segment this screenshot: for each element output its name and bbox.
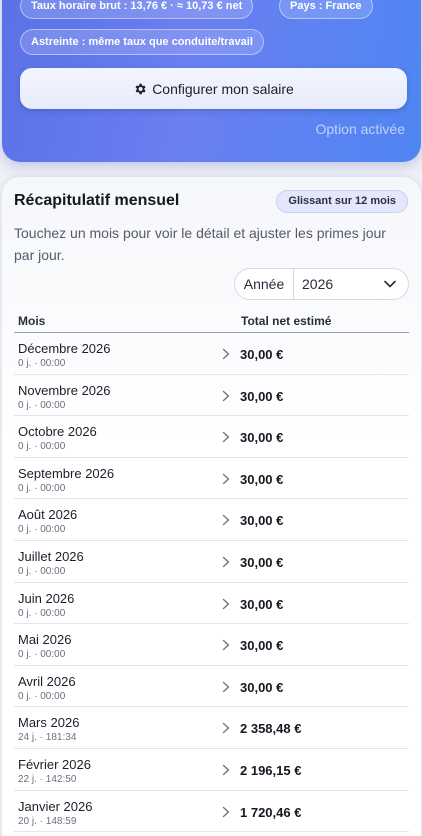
gear-icon xyxy=(133,82,147,96)
column-header-total: Total net estimé xyxy=(241,314,332,328)
row-days-hours: 0 j. · 00:00 xyxy=(18,358,66,369)
chevron-right-icon xyxy=(221,597,231,609)
chevron-right-icon xyxy=(221,472,231,484)
row-month: Avril 2026 xyxy=(18,673,76,689)
monthly-table: Mois Total net estimé Décembre 2026 0 j. … xyxy=(14,310,409,833)
row-month: Août 2026 xyxy=(18,507,78,523)
row-net-total: 30,00 € xyxy=(240,430,284,446)
row-net-total: 30,00 € xyxy=(240,596,284,612)
configure-salary-button[interactable]: Configurer mon salaire xyxy=(20,68,407,109)
chevron-right-icon xyxy=(221,805,231,817)
chevron-right-icon xyxy=(221,513,231,526)
chevron-right-icon xyxy=(221,638,231,651)
row-days-hours: 0 j. · 00:00 xyxy=(18,565,66,577)
row-days-hours: 0 j. · 00:00 xyxy=(18,607,66,619)
row-net-total: 30,00 € xyxy=(240,471,284,487)
rolling-window-badge: Glissant sur 12 mois xyxy=(276,190,408,213)
astreinte-chip: Astreinte : même taux que conduite/trava… xyxy=(20,29,264,55)
table-row[interactable]: Novembre 2026 0 j. · 00:00 30,00 € xyxy=(14,375,409,417)
chevron-right-icon xyxy=(221,721,231,734)
row-days-hours: 24 j. · 181:34 xyxy=(18,732,77,744)
column-header-month: Mois xyxy=(18,314,46,328)
row-month: Décembre 2026 xyxy=(18,341,111,356)
country-chip: Pays : France xyxy=(279,0,373,19)
year-select-value: 2026 xyxy=(302,276,334,292)
table-row[interactable]: Janvier 2026 20 j. · 148:59 1 720,46 € xyxy=(14,791,409,833)
chevron-right-icon xyxy=(221,680,231,692)
row-days-hours: 20 j. · 148:59 xyxy=(18,815,77,827)
row-net-total: 1 720,46 € xyxy=(240,804,302,820)
summary-title: Récapitulatif mensuel xyxy=(14,192,180,209)
chevron-right-icon xyxy=(221,430,231,443)
table-row[interactable]: Juillet 2026 0 j. · 00:00 30,00 € xyxy=(14,541,409,583)
configure-salary-label: Configurer mon salaire xyxy=(152,80,294,97)
table-row[interactable]: Août 2026 0 j. · 00:00 30,00 € xyxy=(14,499,409,541)
table-row[interactable]: Février 2026 22 j. · 142:50 2 196,15 € xyxy=(14,749,409,791)
row-days-hours: 0 j. · 00:00 xyxy=(18,649,66,661)
row-month: Juin 2026 xyxy=(18,590,75,606)
row-month: Juillet 2026 xyxy=(18,548,84,564)
table-row[interactable]: Septembre 2026 0 j. · 00:00 30,00 € xyxy=(14,458,409,500)
row-days-hours: 0 j. · 00:00 xyxy=(18,482,66,494)
row-days-hours: 0 j. · 00:00 xyxy=(18,524,66,536)
row-month: Novembre 2026 xyxy=(18,382,111,398)
row-days-hours: 0 j. · 00:00 xyxy=(18,399,66,411)
chevron-right-icon xyxy=(221,555,231,568)
row-net-total: 30,00 € xyxy=(240,513,284,529)
table-row[interactable]: Avril 2026 0 j. · 00:00 30,00 € xyxy=(14,666,409,708)
table-body: Décembre 2026 0 j. · 00:00 30,00 € Novembre… xyxy=(14,333,409,833)
row-net-total: 30,00 € xyxy=(240,638,284,654)
hourly-rate-chip: Taux horaire brut : 13,76 € · ≈ 10,73 € … xyxy=(20,0,254,19)
row-net-total: 30,00 € xyxy=(240,347,284,362)
row-net-total: 2 196,15 € xyxy=(240,762,302,778)
row-month: Janvier 2026 xyxy=(18,798,93,814)
monthly-summary-card: Récapitulatif mensuel Glissant sur 12 mo… xyxy=(2,177,421,836)
table-row[interactable]: Décembre 2026 0 j. · 00:00 30,00 € xyxy=(14,333,409,375)
year-select-label: Année xyxy=(235,269,294,299)
option-status-text: Option activée xyxy=(315,121,406,137)
row-days-hours: 22 j. · 142:50 xyxy=(18,773,77,785)
table-row[interactable]: Mars 2026 24 j. · 181:34 2 358,48 € xyxy=(14,707,409,749)
table-header: Mois Total net estimé xyxy=(14,310,409,333)
table-row[interactable]: Octobre 2026 0 j. · 00:00 30,00 € xyxy=(14,416,409,458)
row-month: Mars 2026 xyxy=(18,715,80,731)
row-net-total: 2 358,48 € xyxy=(240,721,302,737)
row-days-hours: 0 j. · 00:00 xyxy=(18,441,66,453)
row-days-hours: 0 j. · 00:00 xyxy=(18,690,66,702)
row-net-total: 30,00 € xyxy=(240,554,284,570)
chevron-right-icon xyxy=(221,347,231,360)
year-select[interactable]: Année 2026 xyxy=(234,268,409,300)
row-month: Février 2026 xyxy=(18,756,91,772)
row-month: Mai 2026 xyxy=(18,632,72,648)
table-row[interactable]: Juin 2026 0 j. · 00:00 30,00 € xyxy=(14,583,409,625)
row-month: Septembre 2026 xyxy=(18,465,115,481)
summary-hint: Touchez un mois pour voir le détail et a… xyxy=(14,225,386,263)
chevron-down-icon xyxy=(372,280,408,288)
chevron-right-icon xyxy=(221,389,231,401)
row-net-total: 30,00 € xyxy=(240,388,284,404)
table-row[interactable]: Mai 2026 0 j. · 00:00 30,00 € xyxy=(14,624,409,666)
salary-header-card: Taux horaire brut : 13,76 € · ≈ 10,73 € … xyxy=(2,0,421,162)
row-net-total: 30,00 € xyxy=(240,679,284,695)
chevron-right-icon xyxy=(221,763,231,776)
row-month: Octobre 2026 xyxy=(18,424,97,440)
